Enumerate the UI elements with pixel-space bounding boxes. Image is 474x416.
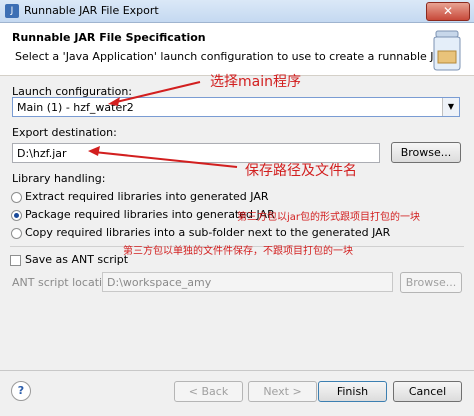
export-browse-button[interactable]: Browse... [391, 142, 461, 163]
back-button[interactable]: < Back [174, 381, 243, 402]
copy-libraries-label: Copy required libraries into a sub-folde… [25, 226, 391, 239]
chevron-down-icon[interactable]: ▼ [442, 98, 459, 116]
ant-location-field[interactable]: D:\workspace_amy [102, 272, 393, 292]
page-title: Runnable JAR File Specification [12, 31, 206, 44]
window-title: Runnable JAR File Export [24, 4, 159, 17]
close-button[interactable]: ✕ [426, 2, 470, 21]
extract-libraries-radio[interactable] [11, 192, 22, 203]
launch-config-value: Main (1) - hzf_water2 [17, 101, 134, 114]
annotation-select-main: 选择main程序 [210, 74, 301, 90]
save-ant-label: Save as ANT script [25, 253, 129, 266]
annotation-package-note: 第三方包以jar包的形式跟项目打包的一块 [237, 212, 421, 223]
ant-browse-button[interactable]: Browse... [400, 272, 462, 293]
copy-libraries-radio[interactable] [11, 228, 22, 239]
export-destination-label: Export destination: [12, 126, 117, 139]
annotation-copy-note: 第三方包以单独的文件件保存，不跟项目打包的一块 [123, 246, 353, 257]
finish-button[interactable]: Finish [318, 381, 387, 402]
save-ant-checkbox[interactable] [10, 255, 21, 266]
package-libraries-radio[interactable] [11, 210, 22, 221]
export-destination-value: D:\hzf.jar [17, 147, 67, 160]
page-description: Select a 'Java Application' launch confi… [15, 50, 452, 63]
ant-location-value: D:\workspace_amy [107, 276, 212, 289]
next-button[interactable]: Next > [248, 381, 317, 402]
cancel-button[interactable]: Cancel [393, 381, 462, 402]
jar-banner-icon [433, 30, 461, 71]
title-bar: J Runnable JAR File Export ✕ [0, 0, 474, 23]
help-icon[interactable]: ? [11, 381, 31, 401]
extract-libraries-label: Extract required libraries into generate… [25, 190, 269, 203]
wizard-header: Runnable JAR File Specification Select a… [0, 23, 474, 76]
annotation-save-path: 保存路径及文件名 [245, 163, 357, 179]
app-icon: J [5, 4, 19, 18]
launch-config-select[interactable]: Main (1) - hzf_water2 ▼ [12, 97, 460, 117]
footer-divider [0, 370, 474, 371]
library-handling-label: Library handling: [12, 172, 106, 185]
